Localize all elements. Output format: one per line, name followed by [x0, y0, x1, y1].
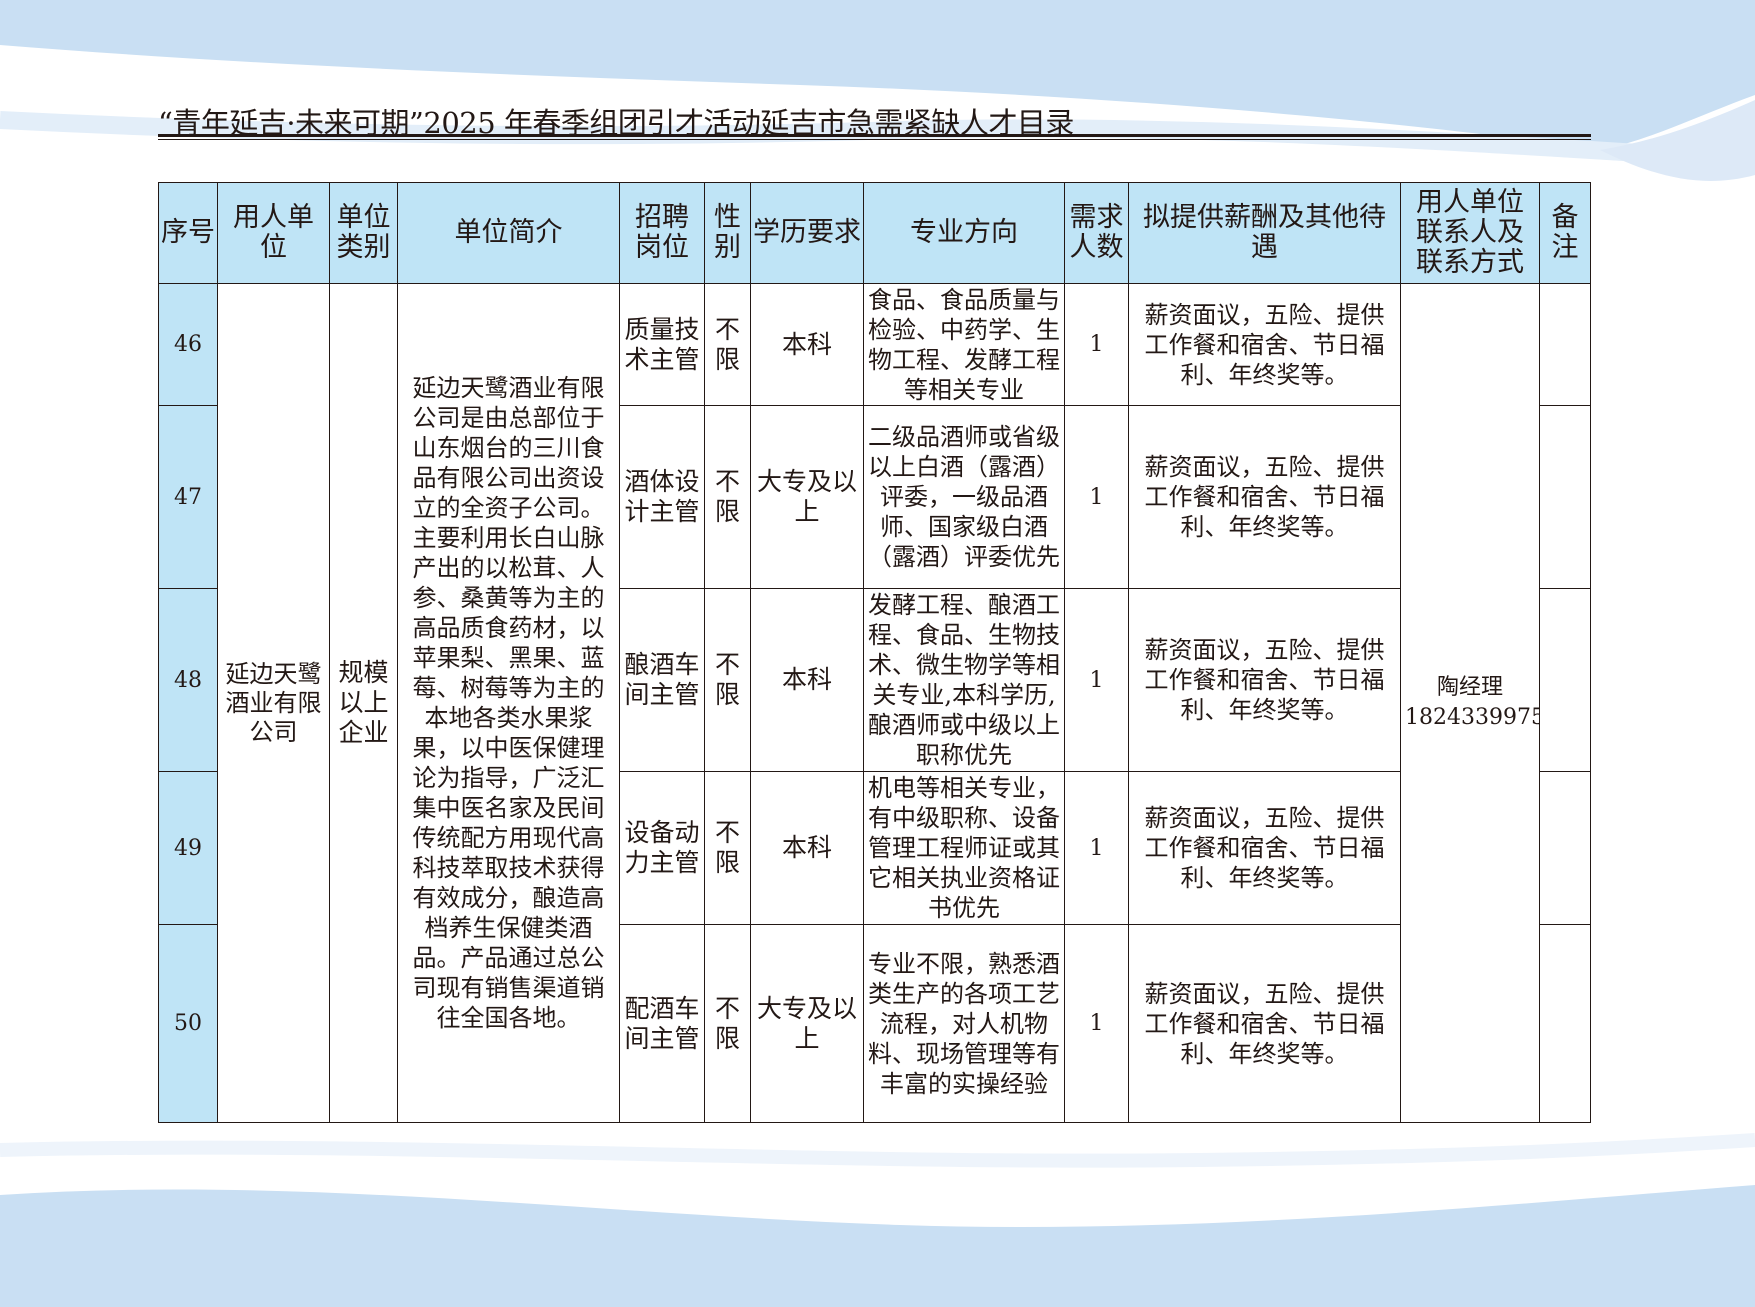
title-rule-thin	[158, 139, 1591, 140]
employer-name: 延边天鹭酒业有限公司	[217, 283, 330, 1123]
header-position: 招聘岗位	[619, 182, 705, 284]
header-major: 专业方向	[863, 182, 1065, 284]
row-gender: 不限	[704, 924, 751, 1123]
row-position: 配酒车间主管	[619, 924, 705, 1123]
row-position: 设备动力主管	[619, 771, 705, 925]
row-count: 1	[1064, 771, 1129, 925]
row-salary: 薪资面议，五险、提供工作餐和宿舍、节日福利、年终奖等。	[1128, 771, 1401, 925]
table-header-row: 序号 用人单位 单位类别 单位简介 招聘岗位 性别 学历要求 专业方向 需求人数…	[158, 182, 1591, 284]
row-education: 本科	[750, 588, 864, 772]
table-row: 46 延边天鹭酒业有限公司 规模以上企业 延边天鹭酒业有限公司是由总部位于山东烟…	[158, 283, 1591, 1123]
header-count: 需求人数	[1064, 182, 1129, 284]
header-education: 学历要求	[750, 182, 864, 284]
talent-catalog-table: 序号 用人单位 单位类别 单位简介 招聘岗位 性别 学历要求 专业方向 需求人数…	[158, 182, 1591, 1123]
row-position: 酿酒车间主管	[619, 588, 705, 772]
row-remark	[1539, 283, 1591, 406]
row-salary: 薪资面议，五险、提供工作餐和宿舍、节日福利、年终奖等。	[1128, 588, 1401, 772]
row-seq: 50	[158, 924, 218, 1123]
row-remark	[1539, 771, 1591, 925]
unit-type: 规模以上企业	[329, 283, 398, 1123]
row-count: 1	[1064, 588, 1129, 772]
row-gender: 不限	[704, 588, 751, 772]
row-education: 本科	[750, 771, 864, 925]
row-position: 质量技术主管	[619, 283, 705, 406]
row-salary: 薪资面议，五险、提供工作餐和宿舍、节日福利、年终奖等。	[1128, 405, 1401, 589]
row-seq: 47	[158, 405, 218, 589]
row-gender: 不限	[704, 771, 751, 925]
row-major: 发酵工程、酿酒工程、食品、生物技术、微生物学等相关专业,本科学历,酿酒师或中级以…	[863, 588, 1065, 772]
row-remark	[1539, 588, 1591, 772]
header-seq: 序号	[158, 182, 218, 284]
contact-info: 陶经理 18243399756	[1400, 283, 1540, 1123]
row-seq: 48	[158, 588, 218, 772]
row-seq: 49	[158, 771, 218, 925]
row-education: 本科	[750, 283, 864, 406]
row-gender: 不限	[704, 283, 751, 406]
row-count: 1	[1064, 405, 1129, 589]
header-employer: 用人单位	[217, 182, 330, 284]
row-position: 酒体设计主管	[619, 405, 705, 589]
header-gender: 性别	[704, 182, 751, 284]
row-major: 专业不限，熟悉酒类生产的各项工艺流程，对人机物料、现场管理等有丰富的实操经验	[863, 924, 1065, 1123]
row-salary: 薪资面议，五险、提供工作餐和宿舍、节日福利、年终奖等。	[1128, 924, 1401, 1123]
company-intro: 延边天鹭酒业有限公司是由总部位于山东烟台的三川食品有限公司出资设立的全资子公司。…	[397, 283, 620, 1123]
row-major: 机电等相关专业，有中级职称、设备管理工程师证或其它相关执业资格证书优先	[863, 771, 1065, 925]
contact-phone: 18243399756	[1405, 705, 1539, 730]
header-intro: 单位简介	[397, 182, 620, 284]
row-remark	[1539, 924, 1591, 1123]
title-rule-thick	[158, 134, 1591, 137]
row-remark	[1539, 405, 1591, 589]
row-major: 二级品酒师或省级以上白酒（露酒）评委，一级品酒师、国家级白酒（露酒）评委优先	[863, 405, 1065, 589]
row-major: 食品、食品质量与检验、中药学、生物工程、发酵工程等相关专业	[863, 283, 1065, 406]
header-salary: 拟提供薪酬及其他待遇	[1128, 182, 1401, 284]
header-remark: 备注	[1539, 182, 1591, 284]
row-education: 大专及以上	[750, 405, 864, 589]
header-contact: 用人单位联系人及联系方式	[1400, 182, 1540, 284]
row-gender: 不限	[704, 405, 751, 589]
row-education: 大专及以上	[750, 924, 864, 1123]
row-count: 1	[1064, 924, 1129, 1123]
row-count: 1	[1064, 283, 1129, 406]
contact-name: 陶经理	[1436, 675, 1503, 700]
row-seq: 46	[158, 283, 218, 406]
header-unit-type: 单位类别	[329, 182, 398, 284]
row-salary: 薪资面议，五险、提供工作餐和宿舍、节日福利、年终奖等。	[1128, 283, 1401, 406]
